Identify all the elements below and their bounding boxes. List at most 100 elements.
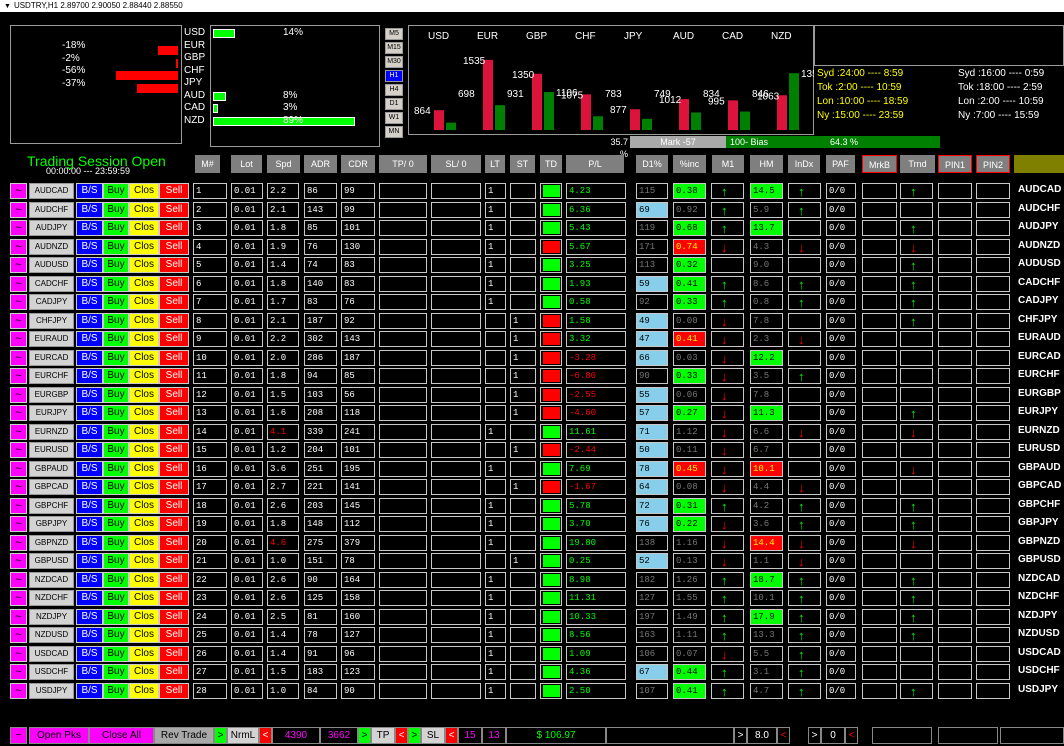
nrml-button[interactable]: NrmL	[227, 727, 259, 744]
sell-button[interactable]: Sell	[159, 516, 189, 532]
bs-button[interactable]: B/S	[76, 405, 103, 421]
close-button[interactable]: Clos	[129, 349, 159, 366]
buy-button[interactable]: Buy	[103, 368, 129, 384]
sell-button[interactable]: Sell	[159, 664, 189, 680]
pair-button[interactable]: USDCHF	[29, 664, 74, 680]
pair-button[interactable]: NZDCHF	[29, 590, 74, 606]
chart-button[interactable]: ~	[10, 664, 27, 680]
chart-button[interactable]: ~	[10, 460, 27, 477]
bs-button[interactable]: B/S	[76, 460, 103, 477]
sell-button[interactable]: Sell	[159, 405, 189, 421]
close-button[interactable]: Clos	[129, 275, 159, 292]
bs-button[interactable]: B/S	[76, 257, 103, 273]
sell-button[interactable]: Sell	[159, 645, 189, 662]
gt-button[interactable]: >	[214, 727, 227, 744]
timeframe-M30[interactable]: M30	[385, 56, 403, 68]
buy-button[interactable]: Buy	[103, 534, 129, 551]
pair-button[interactable]: NZDCAD	[29, 571, 74, 588]
close-button[interactable]: Clos	[129, 423, 159, 440]
chart-button[interactable]: ~	[10, 349, 27, 366]
lt-0-button[interactable]: <	[845, 727, 858, 744]
buy-button[interactable]: Buy	[103, 497, 129, 514]
close-all-button[interactable]: Close All	[89, 727, 154, 744]
pair-button[interactable]: GBPCHF	[29, 497, 74, 514]
bs-button[interactable]: B/S	[76, 553, 103, 569]
chart-button[interactable]: ~	[10, 201, 27, 218]
sell-button[interactable]: Sell	[159, 275, 189, 292]
chart-button[interactable]: ~	[10, 442, 27, 458]
lt-button[interactable]: <	[259, 727, 272, 744]
pair-button[interactable]: GBPNZD	[29, 534, 74, 551]
chart-button[interactable]: ~	[10, 294, 27, 310]
gt-8-button[interactable]: >	[734, 727, 747, 744]
sell-button[interactable]: Sell	[159, 608, 189, 625]
close-button[interactable]: Clos	[129, 312, 159, 329]
gt-tp-button[interactable]: >	[358, 727, 371, 744]
close-button[interactable]: Clos	[129, 405, 159, 421]
pair-button[interactable]: CADJPY	[29, 294, 74, 310]
close-button[interactable]: Clos	[129, 682, 159, 699]
chart-button[interactable]: ~	[10, 590, 27, 606]
bs-button[interactable]: B/S	[76, 534, 103, 551]
chart-button[interactable]: ~	[10, 275, 27, 292]
close-button[interactable]: Clos	[129, 534, 159, 551]
sell-button[interactable]: Sell	[159, 460, 189, 477]
chart-button[interactable]: ~	[10, 368, 27, 384]
lt-sl-button[interactable]: <	[445, 727, 458, 744]
sl-button[interactable]: SL	[421, 727, 445, 744]
sell-button[interactable]: Sell	[159, 220, 189, 236]
close-button[interactable]: Clos	[129, 386, 159, 403]
pair-button[interactable]: AUDNZD	[29, 238, 74, 255]
sell-button[interactable]: Sell	[159, 479, 189, 495]
buy-button[interactable]: Buy	[103, 349, 129, 366]
chart-button[interactable]: ~	[10, 405, 27, 421]
buy-button[interactable]: Buy	[103, 183, 129, 199]
pair-button[interactable]: GBPAUD	[29, 460, 74, 477]
bs-button[interactable]: B/S	[76, 368, 103, 384]
buy-button[interactable]: Buy	[103, 201, 129, 218]
pair-button[interactable]: EURNZD	[29, 423, 74, 440]
pair-button[interactable]: NZDUSD	[29, 627, 74, 643]
collapse-icon[interactable]: ▼	[4, 3, 11, 10]
sell-button[interactable]: Sell	[159, 590, 189, 606]
chart-button[interactable]: ~	[10, 386, 27, 403]
sell-button[interactable]: Sell	[159, 627, 189, 643]
chart-button[interactable]: ~	[10, 183, 27, 199]
bs-button[interactable]: B/S	[76, 608, 103, 625]
bs-button[interactable]: B/S	[76, 664, 103, 680]
buy-button[interactable]: Buy	[103, 238, 129, 255]
chart-button[interactable]: ~	[10, 608, 27, 625]
chart-button[interactable]: ~	[10, 220, 27, 236]
close-button[interactable]: Clos	[129, 257, 159, 273]
pair-button[interactable]: EURJPY	[29, 405, 74, 421]
close-button[interactable]: Clos	[129, 220, 159, 236]
chart-button[interactable]: ~	[10, 516, 27, 532]
close-button[interactable]: Clos	[129, 497, 159, 514]
pair-button[interactable]: EURGBP	[29, 386, 74, 403]
close-button[interactable]: Clos	[129, 664, 159, 680]
close-button[interactable]: Clos	[129, 516, 159, 532]
chart-button[interactable]: ~	[10, 257, 27, 273]
bs-button[interactable]: B/S	[76, 571, 103, 588]
sell-button[interactable]: Sell	[159, 553, 189, 569]
pair-button[interactable]: EURAUD	[29, 331, 74, 347]
buy-button[interactable]: Buy	[103, 405, 129, 421]
sell-button[interactable]: Sell	[159, 682, 189, 699]
sell-button[interactable]: Sell	[159, 442, 189, 458]
close-button[interactable]: Clos	[129, 460, 159, 477]
chart-button[interactable]: ~	[10, 423, 27, 440]
pair-button[interactable]: AUDUSD	[29, 257, 74, 273]
bs-button[interactable]: B/S	[76, 294, 103, 310]
bs-button[interactable]: B/S	[76, 275, 103, 292]
bs-button[interactable]: B/S	[76, 590, 103, 606]
bs-button[interactable]: B/S	[76, 331, 103, 347]
buy-button[interactable]: Buy	[103, 608, 129, 625]
chart-button[interactable]: ~	[10, 238, 27, 255]
close-button[interactable]: Clos	[129, 479, 159, 495]
buy-button[interactable]: Buy	[103, 590, 129, 606]
sell-button[interactable]: Sell	[159, 238, 189, 255]
pair-button[interactable]: GBPUSD	[29, 553, 74, 569]
buy-button[interactable]: Buy	[103, 682, 129, 699]
bs-button[interactable]: B/S	[76, 312, 103, 329]
buy-button[interactable]: Buy	[103, 257, 129, 273]
